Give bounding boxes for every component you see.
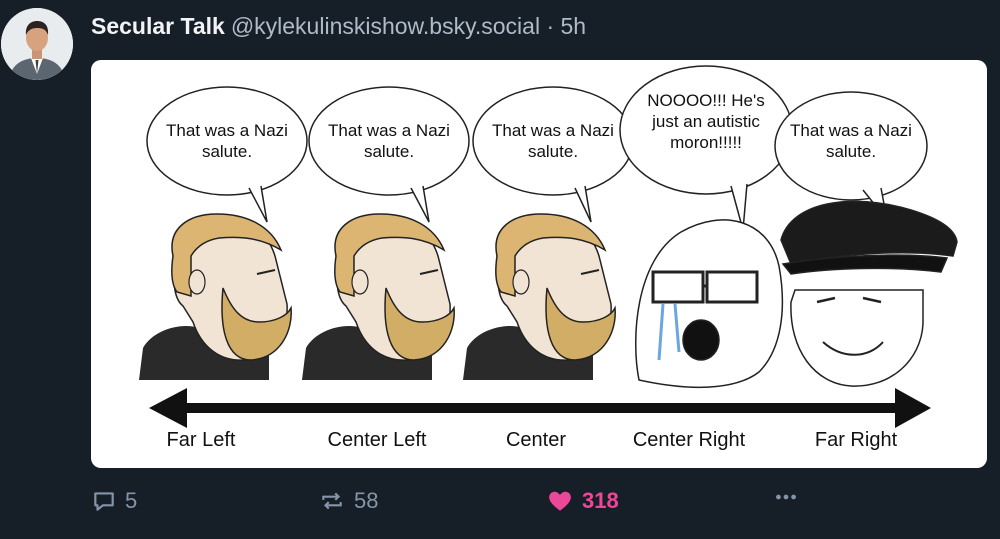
axis-label-center-left: Center Left bbox=[327, 429, 427, 451]
heart-icon bbox=[549, 491, 571, 511]
axis-label-center: Center bbox=[505, 429, 567, 451]
bubble-far-left: That was a Nazi salute. bbox=[166, 121, 288, 161]
reply-button[interactable]: 5 bbox=[91, 484, 137, 518]
ellipsis-icon bbox=[776, 494, 796, 500]
political-spectrum-arrow bbox=[149, 388, 931, 428]
officer-wojak bbox=[780, 200, 958, 387]
post-image[interactable]: That was a Nazi salute. That was a Nazi … bbox=[91, 60, 987, 468]
post-actions: 5 58 318 bbox=[0, 484, 1000, 518]
author-name[interactable]: Secular Talk bbox=[91, 13, 225, 39]
chad-head bbox=[139, 213, 292, 380]
repost-arrows-icon bbox=[322, 492, 342, 510]
axis-label-far-left: Far Left bbox=[166, 429, 236, 451]
bubble-center: That was a Nazi salute. bbox=[492, 121, 614, 161]
like-button[interactable]: 318 bbox=[546, 484, 619, 518]
reply-count: 5 bbox=[125, 488, 138, 513]
avatar-image bbox=[1, 8, 73, 80]
repost-count: 58 bbox=[354, 488, 379, 513]
avatar[interactable] bbox=[1, 8, 73, 80]
axis-label-center-right: Center Right bbox=[632, 429, 746, 451]
speech-bubble-icon bbox=[94, 492, 114, 511]
post-header: Secular Talk @kylekulinskishow.bsky.socia… bbox=[91, 11, 586, 41]
bubble-center-right: NOOOO!!! He's just an autistic moron!!!!… bbox=[647, 91, 765, 152]
axis-label-far-right: Far Right bbox=[814, 429, 898, 451]
bubble-far-right: That was a Nazi salute. bbox=[790, 121, 912, 161]
author-handle[interactable]: @kylekulinskishow.bsky.social bbox=[231, 13, 540, 39]
crying-wojak bbox=[635, 219, 784, 389]
repost-button[interactable]: 58 bbox=[318, 484, 378, 518]
bubble-center-left: That was a Nazi salute. bbox=[328, 121, 450, 161]
more-options-button[interactable] bbox=[772, 484, 800, 510]
like-count: 318 bbox=[582, 488, 619, 513]
post-time[interactable]: · 5h bbox=[546, 13, 586, 39]
